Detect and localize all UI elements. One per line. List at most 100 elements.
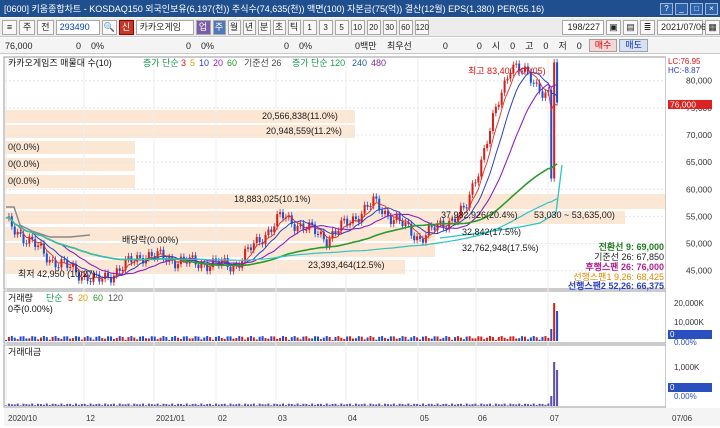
volume-bar [325,336,328,341]
volume-bar [369,336,372,341]
amount-bar [430,403,433,406]
close-button[interactable]: × [705,2,718,15]
amount-bar [174,405,177,406]
interval-5[interactable]: 5 [334,19,349,35]
amount-bar [28,404,31,406]
period-second[interactable]: 초 [272,19,286,35]
period-tick[interactable]: 틱 [287,19,301,35]
amount-bar [77,404,80,406]
candle-body [474,182,477,184]
volume-bar [343,339,346,341]
chart-area[interactable]: 카카오게임즈 매물대 수(10) 증가 단순 3 5 10 20 60 기준선 … [0,55,720,426]
candle-body [480,159,483,177]
price-tick-label: 80,000 [686,76,712,86]
amount-bar [465,403,468,406]
volume-bar [474,338,477,341]
volume-bar [430,338,433,341]
ma-period-20: 20 [213,58,223,68]
volume-bar [232,338,235,341]
amount-pct: 0.00% [674,392,697,401]
buy-button[interactable]: 매수 [588,39,618,52]
period-week[interactable]: 주 [212,19,226,35]
search-icon[interactable]: 🔍 [101,19,117,35]
interval-60[interactable]: 60 [398,19,413,35]
calendar-icon[interactable]: ▦ [705,19,720,35]
menu-icon[interactable]: ≡ [2,19,17,35]
volume-bar [107,336,110,341]
amount-bar [179,403,182,406]
ma-period-10: 10 [199,58,209,68]
volume-bar [404,336,407,341]
date-axis-label: 06 [478,414,487,423]
amount-bar [57,404,60,406]
sell-button[interactable]: 매도 [619,39,648,52]
amount-tick-top: 1,000K [674,363,700,372]
minimize-button[interactable]: _ [675,2,688,15]
interval-10[interactable]: 10 [350,19,365,35]
date-field[interactable]: 2021/07/06 [657,19,706,35]
lock-icon[interactable]: ▣ [606,19,621,35]
amount-bar [95,404,98,406]
data-counter-field[interactable]: 198/227 [562,19,604,35]
candle-body [392,220,395,225]
amount-bar [244,403,247,406]
volume-bar [322,337,325,341]
amount-bar [7,403,10,406]
volume-bar [529,337,532,341]
interval-120[interactable]: 120 [414,19,429,35]
period-year[interactable]: 년 [242,19,256,35]
amount-bar [392,403,395,406]
baseline-label: 기준선 26 [244,58,281,68]
interval-3[interactable]: 3 [318,19,333,35]
value-3: 0 [442,40,448,51]
amount-bar [37,403,40,406]
list-icon[interactable]: ≣ [640,19,655,35]
help-button[interactable]: ? [660,2,673,15]
interval-1[interactable]: 1 [302,19,317,35]
volume-bar [503,337,506,341]
volume-bar [13,337,16,341]
volume-bar [174,336,177,341]
amount-bar [217,404,220,406]
amount-bar [229,403,232,406]
volume-bar [451,339,454,341]
volume-bar [235,338,238,341]
amount-bar [133,403,136,406]
candle-body [486,143,489,149]
amount-bar [381,405,384,406]
candle-body [535,82,538,84]
volume-bar [281,336,285,341]
volume-bar [115,337,118,341]
candle-body [305,229,308,231]
date-axis-label: 2020/10 [8,414,37,423]
volume-bar [349,336,352,341]
stock-chart[interactable]: 카카오게임즈 매물대 수(10) 증가 단순 3 5 10 20 60 기준선 … [0,55,720,426]
amount-bar [51,403,54,406]
candle-body [281,212,285,219]
maximize-button[interactable]: □ [690,2,703,15]
volume-profile-band [5,194,665,209]
save-icon[interactable]: ▤ [623,19,638,35]
stock-name-field[interactable]: 카카오게임 [135,19,194,35]
volume-bar [39,337,43,341]
industry-tag[interactable]: 업 [195,19,211,35]
stock-code-input[interactable]: 293490 [55,19,100,35]
interval-20[interactable]: 20 [366,19,381,35]
amount-bar [45,403,48,406]
volume-ma-120: 120 [108,293,123,303]
candle-body [37,245,40,248]
period-month[interactable]: 월 [227,19,241,35]
amount-bar [226,405,229,406]
candle-body [13,226,16,235]
candle-body [107,272,110,277]
candle-body [325,239,328,247]
amount-bar [413,403,416,406]
type-select[interactable]: 주 [19,19,36,35]
interval-30[interactable]: 30 [382,19,397,35]
field-select[interactable]: 전 [37,19,54,35]
amount-bar [439,404,442,406]
period-minute[interactable]: 분 [257,19,271,35]
volume-bar [139,336,142,341]
volume-bar [319,339,322,341]
amount-bar [273,403,276,406]
